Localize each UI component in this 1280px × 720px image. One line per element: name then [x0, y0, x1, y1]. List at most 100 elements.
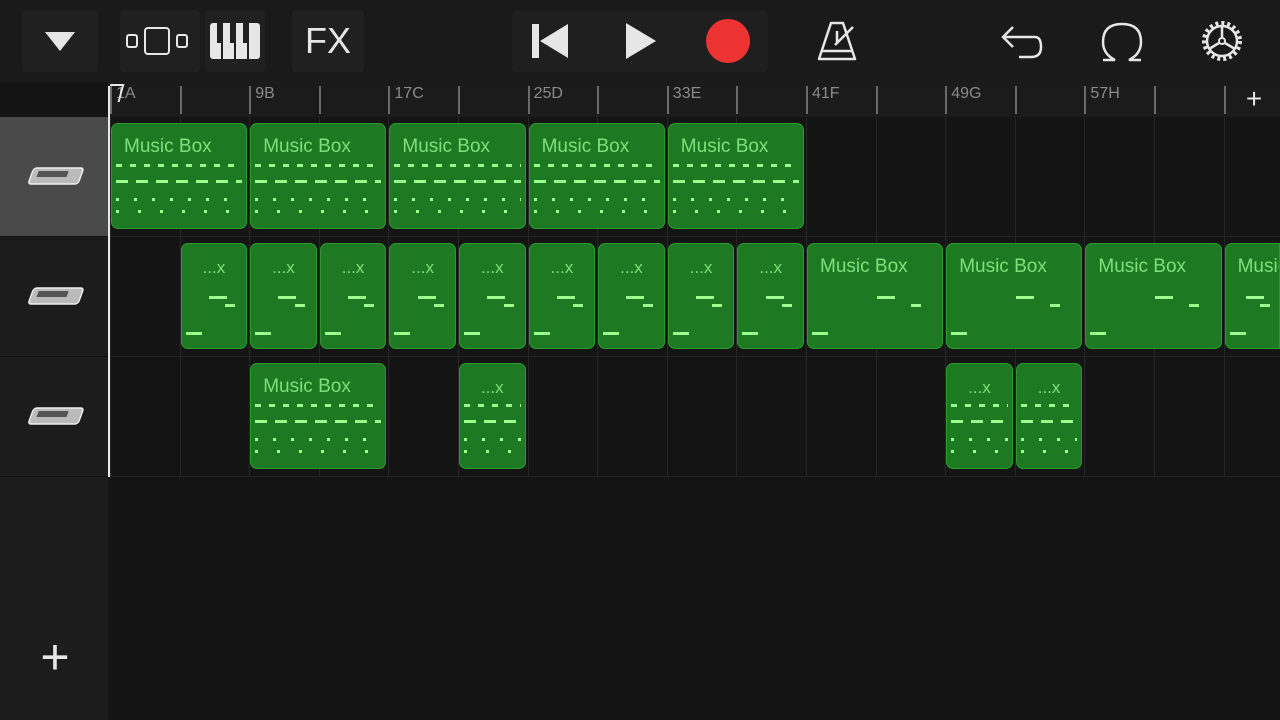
metronome-button[interactable]: [812, 16, 862, 66]
loop-browser-button[interactable]: [1095, 16, 1149, 66]
midi-notes: [672, 164, 799, 220]
region-name: ...x: [341, 258, 365, 277]
region-name: ...x: [968, 378, 991, 397]
region[interactable]: ...x: [250, 243, 317, 349]
ruler-marker-label: 41F: [812, 85, 840, 102]
fx-button[interactable]: FX: [292, 10, 364, 72]
midi-notes: [464, 404, 521, 460]
ruler-tick: [736, 86, 739, 114]
region[interactable]: ...x: [180, 243, 248, 349]
ruler-marker-label: 33E: [672, 85, 702, 102]
keyboard-icon: [28, 406, 84, 425]
region[interactable]: Music Box: [528, 123, 665, 229]
play-button[interactable]: [615, 18, 665, 64]
ruler-marker-label: 57H: [1090, 85, 1120, 102]
ruler-tick: [1014, 86, 1017, 114]
region-name: Music Box: [402, 136, 491, 157]
control-bar: FX: [0, 0, 1280, 82]
region[interactable]: Music Box: [111, 123, 248, 229]
ruler-tick: [458, 86, 460, 114]
region-name: Music Box: [1098, 256, 1187, 277]
undo-icon: [1001, 26, 1043, 59]
ruler-tick: [1154, 86, 1156, 114]
midi-notes: [394, 284, 451, 340]
midi-notes: [951, 284, 1078, 340]
track-header[interactable]: [0, 237, 108, 357]
region[interactable]: ...x: [319, 243, 387, 349]
ruler-tick: [806, 86, 808, 114]
timeline-ruler[interactable]: 1A 9B 17C 25D 33E 41F 49G 57H: [108, 82, 1280, 117]
record-button[interactable]: [703, 17, 753, 65]
region[interactable]: ...x: [737, 243, 804, 349]
ruler-tick: [597, 86, 600, 114]
region[interactable]: Music Box: [250, 123, 387, 229]
region[interactable]: ...x: [1015, 363, 1083, 469]
midi-notes: [1090, 284, 1217, 340]
region[interactable]: ...x: [459, 243, 526, 349]
keyboard-icon: [28, 286, 84, 305]
region-name: ...x: [480, 378, 504, 397]
region[interactable]: Music Box: [667, 123, 804, 229]
region-name: Music Box: [263, 136, 351, 157]
midi-notes: [951, 404, 1008, 460]
ruler-tick: [945, 86, 948, 114]
add-track-button[interactable]: +: [30, 629, 80, 685]
track-lane[interactable]: Music Box ...x ...x ...x: [108, 357, 1280, 477]
settings-button[interactable]: [1195, 16, 1249, 66]
track-header[interactable]: [0, 117, 108, 237]
region-name: ...x: [620, 258, 643, 277]
region[interactable]: ...x: [667, 243, 735, 349]
region-name: ...x: [1037, 378, 1061, 397]
plus-icon: +: [1245, 83, 1263, 114]
fx-label: FX: [304, 20, 351, 61]
region-name: ...x: [689, 258, 713, 277]
region[interactable]: Music Box: [389, 123, 526, 229]
ruler-tick: [1084, 86, 1087, 114]
go-to-start-button[interactable]: [525, 18, 575, 64]
midi-notes: [394, 164, 521, 220]
triangle-down-icon: [45, 32, 75, 51]
tracks-view-button[interactable]: [120, 10, 200, 72]
track-lane[interactable]: Music Box Music Box Music Box Music Box Musi…: [108, 117, 1280, 237]
region[interactable]: ...x: [459, 363, 526, 469]
midi-notes: [324, 284, 382, 340]
region[interactable]: Music Box: [1085, 243, 1222, 349]
region-name: ...x: [272, 258, 295, 277]
region-name: Music Box: [959, 256, 1047, 277]
region-name: ...x: [202, 258, 226, 277]
playhead[interactable]: [108, 86, 110, 477]
ruler-tick: [666, 86, 669, 114]
undo-button[interactable]: [996, 18, 1046, 64]
track-lane[interactable]: ...x ...x ...x ...x ...x ...x ...x ...x ...x Musi…: [108, 237, 1280, 357]
midi-notes: [255, 164, 382, 220]
region[interactable]: Music Box: [250, 363, 387, 469]
ruler-tick: [875, 86, 878, 114]
region[interactable]: ...x: [598, 243, 665, 349]
midi-notes: [533, 164, 660, 220]
add-section-button[interactable]: +: [1238, 83, 1270, 114]
midi-notes: [603, 284, 660, 340]
midi-notes: [185, 284, 243, 340]
plus-icon: +: [40, 629, 70, 685]
region[interactable]: Music Box: [807, 243, 944, 349]
region[interactable]: Music Box: [1224, 243, 1280, 349]
instrument-button[interactable]: [205, 10, 265, 72]
tracks-area[interactable]: Music Box Music Box Music Box Music Box Musi…: [108, 117, 1280, 477]
ruler-tick: [527, 86, 530, 114]
keyboard-icon: [210, 23, 260, 59]
gear-icon: [1202, 21, 1242, 61]
region-name: ...x: [411, 258, 435, 277]
my-songs-button[interactable]: [22, 10, 98, 72]
region[interactable]: ...x: [389, 243, 456, 349]
region[interactable]: ...x: [946, 363, 1013, 469]
midi-notes: [464, 284, 521, 340]
ruler-tick: [318, 86, 321, 114]
region[interactable]: ...x: [528, 243, 596, 349]
ruler-marker-label: 49G: [951, 85, 982, 102]
tracks-view-icon: [126, 27, 188, 55]
region[interactable]: Music Box: [946, 243, 1083, 349]
midi-notes: [1020, 404, 1078, 460]
midi-notes: [1229, 284, 1275, 340]
ruler-tick: [179, 86, 182, 114]
track-header[interactable]: [0, 357, 108, 477]
